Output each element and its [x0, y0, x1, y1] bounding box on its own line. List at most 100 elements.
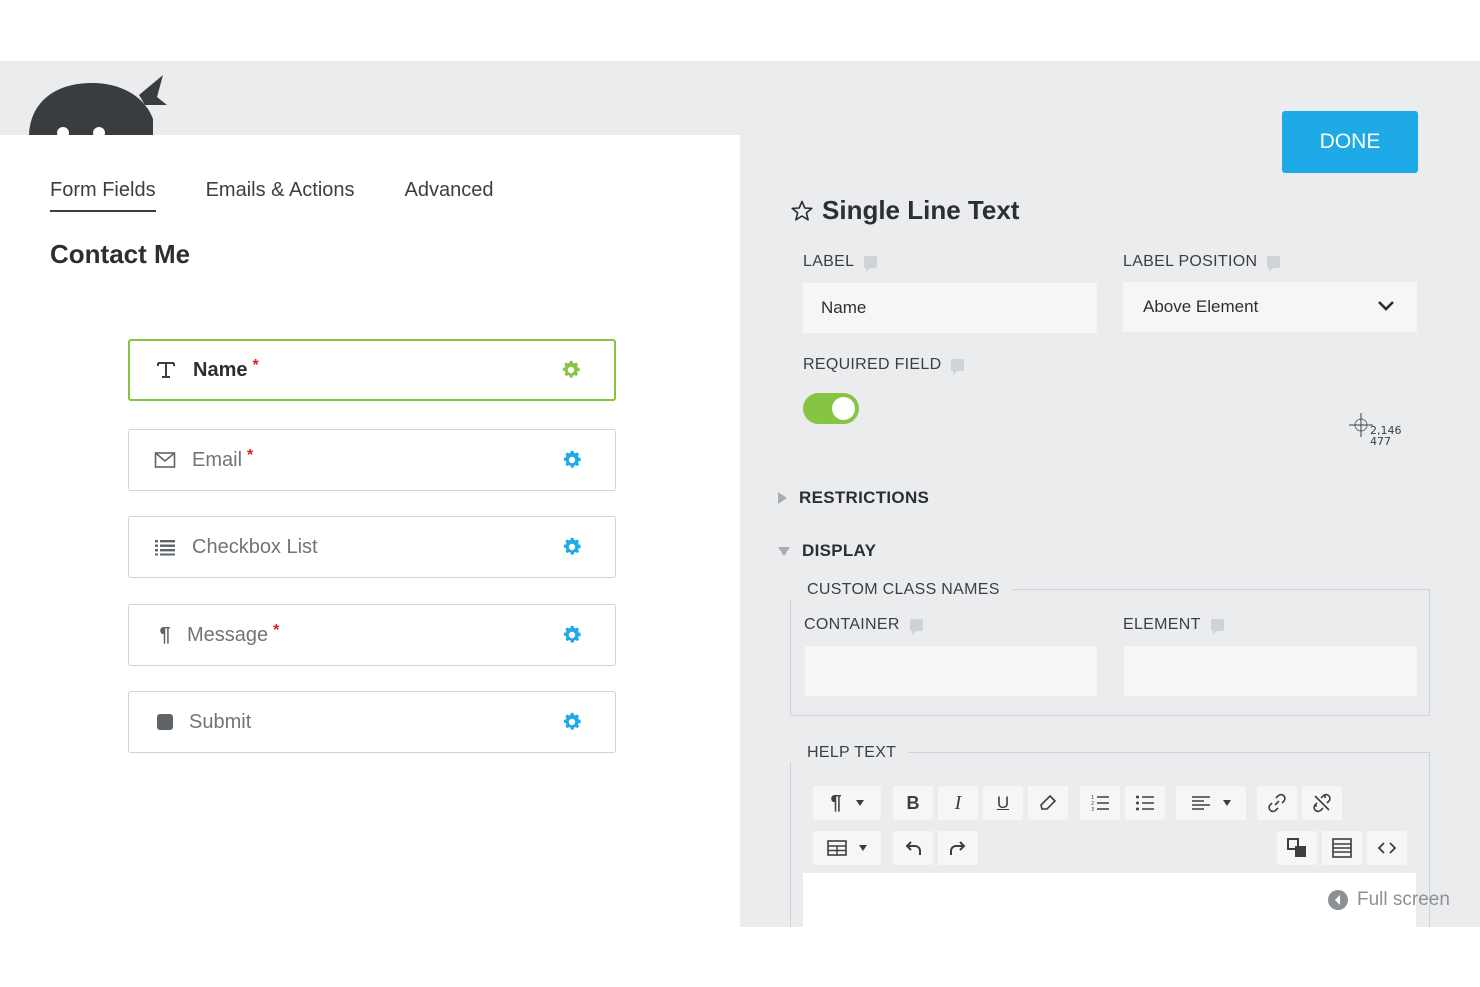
paragraph-icon: ¶ — [159, 623, 171, 646]
caret-down-icon — [1223, 800, 1231, 806]
html-table-button[interactable] — [1322, 831, 1362, 865]
label-heading-text: LABEL — [803, 253, 855, 270]
restrictions-heading: RESTRICTIONS — [799, 488, 930, 507]
align-left-icon — [1192, 796, 1210, 810]
underline-icon: U — [996, 793, 1010, 812]
restrictions-section[interactable]: RESTRICTIONS — [778, 488, 929, 508]
fullscreen-icon — [1328, 890, 1348, 910]
form-builder-panel: Form Fields Emails & Actions Advanced Co… — [0, 135, 740, 927]
eraser-icon — [1040, 794, 1057, 810]
unordered-list-icon — [1136, 795, 1154, 811]
field-name[interactable]: Name * — [128, 339, 616, 401]
help-bubble-icon[interactable] — [1210, 619, 1224, 635]
display-section[interactable]: DISPLAY — [778, 541, 876, 561]
label-position-heading-text: LABEL POSITION — [1123, 253, 1258, 270]
undo-icon — [905, 841, 921, 855]
custom-class-legend: CUSTOM CLASS NAMES — [790, 581, 1012, 599]
help-text-editor[interactable] — [803, 873, 1416, 927]
required-toggle[interactable] — [803, 393, 859, 424]
code-view-button[interactable] — [1367, 831, 1407, 865]
required-marker: * — [252, 357, 259, 374]
unlink-button[interactable] — [1302, 786, 1342, 820]
tab-emails-actions[interactable]: Emails & Actions — [206, 179, 355, 212]
svg-text:3: 3 — [1091, 807, 1094, 812]
undo-button[interactable] — [893, 831, 933, 865]
caret-down-icon — [859, 845, 867, 851]
builder-stage: Form Fields Emails & Actions Advanced Co… — [0, 61, 1480, 927]
media-icon — [1287, 838, 1306, 857]
gear-icon[interactable] — [561, 449, 583, 471]
italic-button[interactable]: I — [938, 786, 978, 820]
list-icon — [154, 536, 176, 558]
help-bubble-icon[interactable] — [864, 256, 878, 272]
page-bottom-margin — [0, 927, 1480, 987]
element-heading-text: ELEMENT — [1123, 616, 1201, 633]
unlink-icon — [1313, 793, 1331, 813]
help-bubble-icon[interactable] — [909, 619, 923, 635]
toggle-knob — [832, 397, 855, 420]
media-button[interactable] — [1277, 831, 1317, 865]
label-position-value: Above Element — [1143, 297, 1259, 316]
gear-icon[interactable] — [561, 624, 583, 646]
link-icon — [1268, 793, 1286, 813]
form-title: Contact Me — [50, 239, 191, 269]
underline-button[interactable]: U — [983, 786, 1023, 820]
ninja-logo — [29, 75, 167, 137]
align-button[interactable] — [1176, 786, 1246, 820]
tab-advanced[interactable]: Advanced — [405, 179, 494, 212]
text-cursor-icon — [155, 359, 177, 381]
bold-button[interactable]: B — [893, 786, 933, 820]
paragraph-icon: ¶ — [830, 791, 842, 814]
field-message[interactable]: ¶ Message * — [128, 604, 616, 666]
help-bubble-icon[interactable] — [1267, 256, 1281, 272]
help-text-legend: HELP TEXT — [790, 744, 909, 762]
required-marker: * — [273, 622, 280, 639]
container-heading: CONTAINER — [804, 616, 923, 635]
settings-title-text: Single Line Text — [822, 195, 1020, 225]
field-label: Checkbox List — [192, 535, 318, 558]
italic-icon: I — [954, 791, 962, 814]
field-label: Submit — [189, 710, 252, 733]
caret-down-icon — [778, 546, 790, 556]
done-button[interactable]: DONE — [1282, 111, 1418, 173]
document-lines-icon — [1332, 838, 1352, 858]
field-email[interactable]: Email * — [128, 429, 616, 491]
caret-down-icon — [855, 800, 864, 806]
container-class-input[interactable] — [805, 646, 1097, 696]
gear-icon[interactable] — [560, 359, 582, 381]
builder-tabs: Form Fields Emails & Actions Advanced — [50, 179, 494, 212]
envelope-icon — [154, 449, 176, 471]
field-submit[interactable]: Submit — [128, 691, 616, 753]
unordered-list-button[interactable] — [1125, 786, 1165, 820]
star-icon[interactable] — [790, 199, 814, 223]
paragraph-format-button[interactable]: ¶ — [813, 786, 881, 820]
element-class-input[interactable] — [1124, 646, 1417, 696]
ordered-list-icon: 123 — [1091, 795, 1109, 812]
field-label: Message — [187, 623, 269, 646]
link-button[interactable] — [1257, 786, 1297, 820]
gear-icon[interactable] — [561, 536, 583, 558]
label-input[interactable] — [803, 283, 1097, 333]
label-position-select[interactable]: Above Element — [1123, 282, 1417, 332]
redo-button[interactable] — [938, 831, 978, 865]
settings-title: Single Line Text — [790, 195, 1019, 226]
cursor-coordinates: 2,146 477 — [1370, 425, 1402, 447]
field-label: Email — [192, 448, 243, 471]
square-icon — [154, 711, 176, 733]
table-button[interactable] — [813, 831, 881, 865]
fullscreen-toggle[interactable]: Full screen — [1327, 889, 1450, 911]
field-checkbox-list[interactable]: Checkbox List — [128, 516, 616, 578]
gear-icon[interactable] — [561, 711, 583, 733]
help-bubble-icon[interactable] — [951, 359, 965, 375]
eraser-button[interactable] — [1028, 786, 1068, 820]
element-heading: ELEMENT — [1123, 616, 1224, 635]
code-icon — [1377, 842, 1397, 854]
field-label: Name — [193, 358, 248, 381]
ordered-list-button[interactable]: 123 — [1080, 786, 1120, 820]
chevron-down-icon — [1378, 301, 1394, 311]
caret-right-icon — [778, 492, 787, 504]
container-heading-text: CONTAINER — [804, 616, 900, 633]
label-heading: LABEL — [803, 253, 878, 272]
bold-icon: B — [906, 792, 920, 813]
tab-form-fields[interactable]: Form Fields — [50, 179, 156, 212]
